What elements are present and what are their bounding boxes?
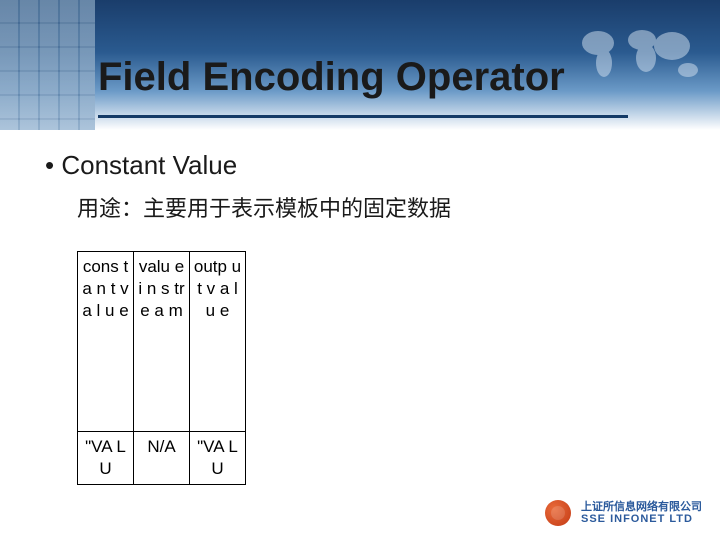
usage-text: 用途：主要用于表示模板中的固定数据 (77, 191, 675, 223)
sse-logo-icon (545, 500, 571, 526)
building-decor (0, 0, 95, 130)
cell-constant-value-data: "VA L U (78, 432, 134, 485)
cell-output-value-header: outp u t v a l u e (190, 252, 246, 432)
cell-value-in-stream-data: N/A (134, 432, 190, 485)
title-underline (98, 115, 628, 118)
cell-value-in-stream-header: valu e i n s tr e a m (134, 252, 190, 432)
content-area: • Constant Value 用途：主要用于表示模板中的固定数据 cons … (45, 150, 675, 485)
bullet-constant-value: • Constant Value (45, 150, 675, 181)
cell-constant-value-header: cons t a n t v a l u e (78, 252, 134, 432)
table-row: "VA L U N/A "VA L U (78, 432, 246, 485)
slide-title: Field Encoding Operator (98, 55, 565, 100)
world-map-decor (570, 18, 710, 88)
encoding-table: cons t a n t v a l u e valu e i n s tr e… (77, 251, 246, 485)
cell-output-value-data: "VA L U (190, 432, 246, 485)
table-row: cons t a n t v a l u e valu e i n s tr e… (78, 252, 246, 432)
footer-company-en: SSE INFONET LTD (581, 513, 702, 525)
footer: 上证所信息网络有限公司 SSE INFONET LTD (545, 500, 702, 526)
footer-company-cn: 上证所信息网络有限公司 (581, 501, 702, 513)
footer-text: 上证所信息网络有限公司 SSE INFONET LTD (581, 501, 702, 525)
